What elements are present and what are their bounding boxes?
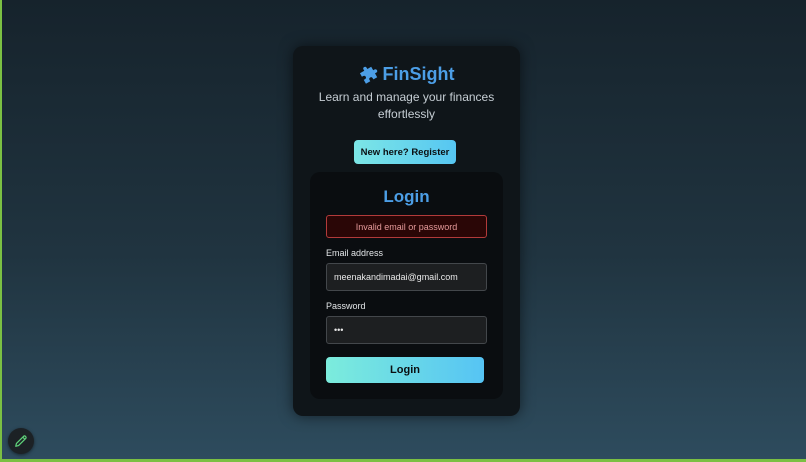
auth-card: FinSight Learn and manage your finances …: [293, 46, 520, 416]
login-panel: Login Invalid email or password Email ad…: [310, 172, 503, 399]
register-button[interactable]: New here? Register: [354, 140, 456, 164]
edit-floating-button[interactable]: [8, 428, 34, 454]
brand-tagline: Learn and manage your finances effortles…: [318, 90, 495, 121]
error-alert: Invalid email or password: [326, 215, 487, 238]
brand-name: FinSight: [382, 64, 455, 84]
puzzle-piece-icon: [359, 66, 377, 84]
pencil-icon: [15, 435, 27, 447]
password-label: Password: [326, 301, 366, 311]
login-title: Login: [383, 187, 430, 206]
login-button[interactable]: Login: [326, 357, 484, 383]
password-field[interactable]: [326, 316, 487, 344]
email-label: Email address: [326, 248, 384, 258]
email-field[interactable]: [326, 263, 487, 291]
brand: FinSight: [293, 64, 520, 85]
